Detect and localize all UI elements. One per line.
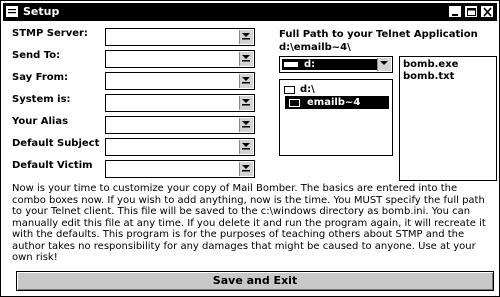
say-from-dropdown-button[interactable] (239, 74, 253, 88)
smtp-server-combo[interactable] (105, 28, 255, 46)
drive-icon (284, 62, 298, 67)
your-alias-dropdown-button[interactable] (239, 118, 253, 132)
send-to-label: Send To: (12, 50, 61, 61)
say-from-label: Say From: (12, 72, 69, 83)
send-to-dropdown-button[interactable] (239, 52, 253, 66)
drive-selector[interactable]: d: (279, 56, 393, 73)
chevron-down-icon (242, 165, 250, 172)
directory-list[interactable]: d:\ emailb~4 (279, 79, 393, 156)
send-to-combo[interactable] (105, 50, 255, 68)
selected-drive: d: (282, 59, 377, 70)
instructions-text: Now is your time to customize your copy … (12, 183, 486, 263)
app-icon[interactable] (6, 6, 18, 17)
current-path-label: d:\emailb~4\ (279, 42, 351, 53)
telnet-path-heading: Full Path to your Telnet Application (279, 29, 478, 40)
close-icon (483, 7, 492, 17)
close-button[interactable] (480, 5, 494, 18)
maximize-button[interactable] (464, 5, 478, 18)
maximize-icon (467, 8, 476, 16)
window-title: Setup (23, 5, 60, 18)
smtp-server-dropdown-button[interactable] (239, 30, 253, 44)
chevron-down-icon (242, 143, 250, 150)
folder-open-icon (284, 86, 295, 94)
your-alias-label: Your Alias (12, 116, 69, 127)
chevron-down-icon (242, 33, 250, 40)
directory-label: d:\ (300, 84, 315, 95)
system-is-dropdown-button[interactable] (239, 96, 253, 110)
save-and-exit-button[interactable]: Save and Exit (16, 271, 494, 291)
default-victim-label: Default Victim (12, 160, 93, 171)
smtp-server-label: STMP Server: (12, 28, 88, 39)
your-alias-combo[interactable] (105, 116, 255, 134)
minimize-button[interactable] (448, 5, 462, 18)
folder-open-icon (289, 99, 300, 107)
chevron-down-icon (242, 121, 250, 128)
chevron-down-icon (242, 55, 250, 62)
title-bar[interactable]: Setup (3, 3, 497, 21)
system-is-label: System is: (12, 94, 71, 105)
directory-item-current[interactable]: emailb~4 (285, 96, 389, 109)
minimize-icon (452, 14, 458, 16)
default-victim-combo[interactable] (105, 160, 255, 178)
directory-label: emailb~4 (307, 97, 361, 108)
chevron-down-icon (242, 99, 250, 106)
chevron-down-icon (242, 77, 250, 84)
chevron-down-icon (380, 61, 388, 65)
default-subject-combo[interactable] (105, 138, 255, 156)
say-from-combo[interactable] (105, 72, 255, 90)
file-item[interactable]: bomb.exe (403, 59, 458, 70)
file-item[interactable]: bomb.txt (403, 71, 454, 82)
default-subject-dropdown-button[interactable] (239, 140, 253, 154)
system-is-combo[interactable] (105, 94, 255, 112)
setup-window: Setup STMP Server: Send To: Say From: Sy… (0, 0, 500, 297)
drive-dropdown-button[interactable] (377, 58, 391, 71)
default-subject-label: Default Subject (12, 138, 100, 149)
drive-label: d: (304, 59, 316, 70)
file-list[interactable]: bomb.exe bomb.txt (399, 56, 497, 181)
default-victim-dropdown-button[interactable] (239, 162, 253, 176)
